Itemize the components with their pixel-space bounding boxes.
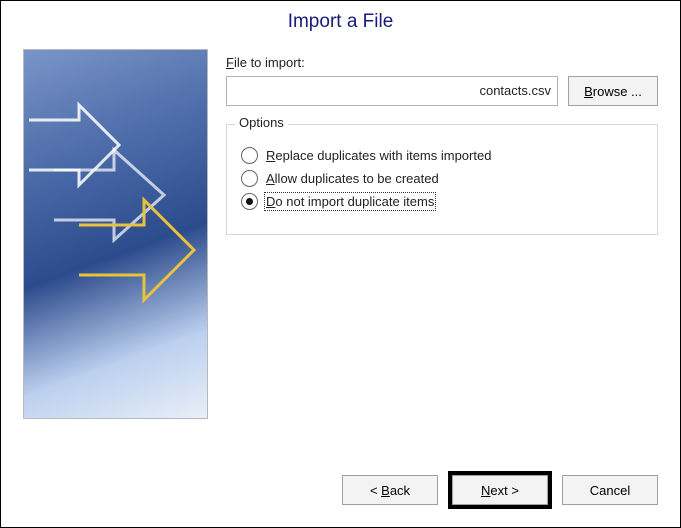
next-button[interactable]: Next > — [452, 475, 548, 505]
dialog-title: Import a File — [288, 11, 394, 32]
file-path-input[interactable]: contacts.csv — [226, 76, 558, 106]
radio-icon — [241, 170, 258, 187]
radio-allow-duplicates[interactable]: Allow duplicates to be created — [241, 170, 643, 187]
radio-label: Do not import duplicate items — [266, 194, 434, 209]
title-area: Import a File — [1, 1, 680, 39]
radio-icon — [241, 147, 258, 164]
content-area: File to import: contacts.csv Browse ... … — [1, 39, 680, 455]
import-file-dialog: Import a File File to import: contacts.c… — [0, 0, 681, 528]
browse-button[interactable]: Browse ... — [568, 76, 658, 106]
options-group: Options Replace duplicates with items im… — [226, 124, 658, 235]
file-row: contacts.csv Browse ... — [226, 76, 658, 106]
radio-label: Allow duplicates to be created — [266, 171, 439, 186]
dialog-footer: < Back Next > Cancel — [1, 455, 680, 527]
right-panel: File to import: contacts.csv Browse ... … — [226, 49, 658, 455]
radio-label: Replace duplicates with items imported — [266, 148, 491, 163]
radio-replace-duplicates[interactable]: Replace duplicates with items imported — [241, 147, 643, 164]
radio-icon — [241, 193, 258, 210]
back-button[interactable]: < Back — [342, 475, 438, 505]
cancel-button[interactable]: Cancel — [562, 475, 658, 505]
options-legend: Options — [235, 115, 288, 130]
file-to-import-label: File to import: — [226, 55, 658, 70]
arrows-graphic-icon — [24, 50, 208, 419]
wizard-image — [23, 49, 208, 419]
radio-no-import-duplicates[interactable]: Do not import duplicate items — [241, 193, 643, 210]
